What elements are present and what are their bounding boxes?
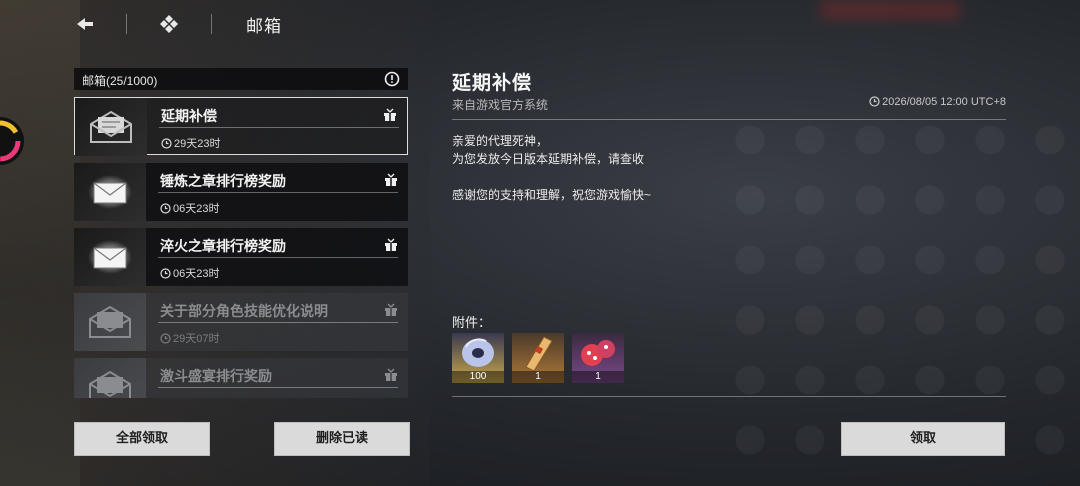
mail-body-line [452, 168, 651, 186]
claim-all-button[interactable]: 全部领取 [74, 422, 210, 456]
attachments-label: 附件： [452, 315, 492, 330]
back-icon[interactable] [74, 13, 96, 35]
divider [158, 257, 398, 258]
mailbox-count: 邮箱(25/1000) [82, 74, 158, 88]
glowing-envelope-icon [88, 175, 132, 209]
clock-icon [160, 203, 171, 214]
attachment-count: 1 [572, 371, 624, 383]
delete-read-button[interactable]: 删除已读 [274, 422, 410, 456]
mail-expiry: 29天23时 [161, 135, 220, 151]
divider [159, 127, 399, 128]
attachment-count: 1 [512, 371, 564, 383]
gift-icon [385, 368, 397, 381]
disc-currency-icon [462, 338, 494, 367]
mail-body: 亲爱的代理死神， 为您发放今日版本延期补偿，请查收 感谢您的支持和理解，祝您游戏… [452, 132, 651, 204]
mail-thumbnail [74, 228, 146, 286]
side-shortcut-icon[interactable] [0, 112, 26, 170]
divider [452, 119, 1006, 120]
home-icon[interactable] [158, 13, 180, 35]
mail-item[interactable]: 淬火之章排行榜奖励 06天23时 [74, 228, 408, 286]
mail-title: 激斗盛宴排行奖励 [160, 369, 272, 385]
mail-expiry: 06天23时 [160, 265, 219, 281]
mail-title: 延期补偿 [161, 109, 217, 125]
clock-icon [161, 138, 172, 149]
mail-body-line: 亲爱的代理死神， [452, 134, 549, 148]
top-bar: 邮箱 [0, 0, 1080, 46]
divider [211, 14, 212, 34]
mail-title: 关于部分角色技能优化说明 [160, 304, 328, 320]
mail-item[interactable]: 关于部分角色技能优化说明 29天07时 [74, 293, 408, 351]
mail-body-line: 感谢您的支持和理解，祝您游戏愉快~ [452, 188, 652, 202]
envelope-icon [90, 110, 132, 143]
gift-icon [384, 108, 396, 121]
mail-expiry: 29天07时 [160, 330, 219, 346]
mail-thumbnail [74, 293, 146, 351]
mail-item[interactable]: 激斗盛宴排行奖励 [74, 358, 408, 398]
gift-icon [385, 303, 397, 316]
mail-detail-title: 延期补偿 [452, 72, 533, 94]
mail-sender: 来自游戏官方系统 [452, 98, 549, 112]
attachment-count: 100 [452, 371, 504, 383]
mail-expiry-text: 06天23时 [173, 203, 220, 215]
attachment-item[interactable]: 100 [452, 333, 504, 383]
open-envelope-icon [89, 370, 131, 398]
mail-item[interactable]: 延期补偿 29天23时 [74, 97, 408, 156]
glowing-envelope-icon [88, 240, 132, 274]
attachment-item[interactable]: 1 [572, 333, 624, 383]
mail-title: 锤炼之章排行榜奖励 [160, 174, 286, 190]
page-title: 邮箱 [246, 17, 282, 36]
gift-icon [385, 173, 397, 186]
mail-thumbnail [74, 163, 146, 221]
mail-thumbnail [74, 358, 146, 398]
divider [158, 387, 398, 388]
claim-button[interactable]: 领取 [841, 422, 1005, 456]
divider [158, 192, 398, 193]
mail-timestamp-text: 2026/08/05 12:00 UTC+8 [882, 96, 1006, 108]
clock-icon [869, 96, 880, 107]
mail-expiry-text: 29天23时 [174, 138, 221, 150]
mail-expiry-text: 06天23时 [173, 268, 220, 280]
mail-expiry-text: 29天07时 [173, 333, 220, 345]
mail-thumbnail [75, 98, 147, 156]
mail-expiry: 06天23时 [160, 200, 219, 216]
divider [126, 14, 127, 34]
divider [158, 322, 398, 323]
mail-body-line: 为您发放今日版本延期补偿，请查收 [452, 152, 645, 166]
mail-title: 淬火之章排行榜奖励 [160, 239, 286, 255]
ticket-icon [525, 336, 553, 372]
mailbox-header: 邮箱(25/1000) [74, 68, 408, 90]
clock-icon [160, 268, 171, 279]
info-alert-icon[interactable] [384, 71, 400, 87]
dice-orbs-icon [581, 340, 615, 366]
mail-item[interactable]: 锤炼之章排行榜奖励 06天23时 [74, 163, 408, 221]
open-envelope-icon [89, 305, 131, 338]
attachment-item[interactable]: 1 [512, 333, 564, 383]
mail-timestamp: 2026/08/05 12:00 UTC+8 [869, 96, 1006, 108]
clock-icon [160, 333, 171, 344]
gift-icon [385, 238, 397, 251]
divider [452, 396, 1006, 397]
